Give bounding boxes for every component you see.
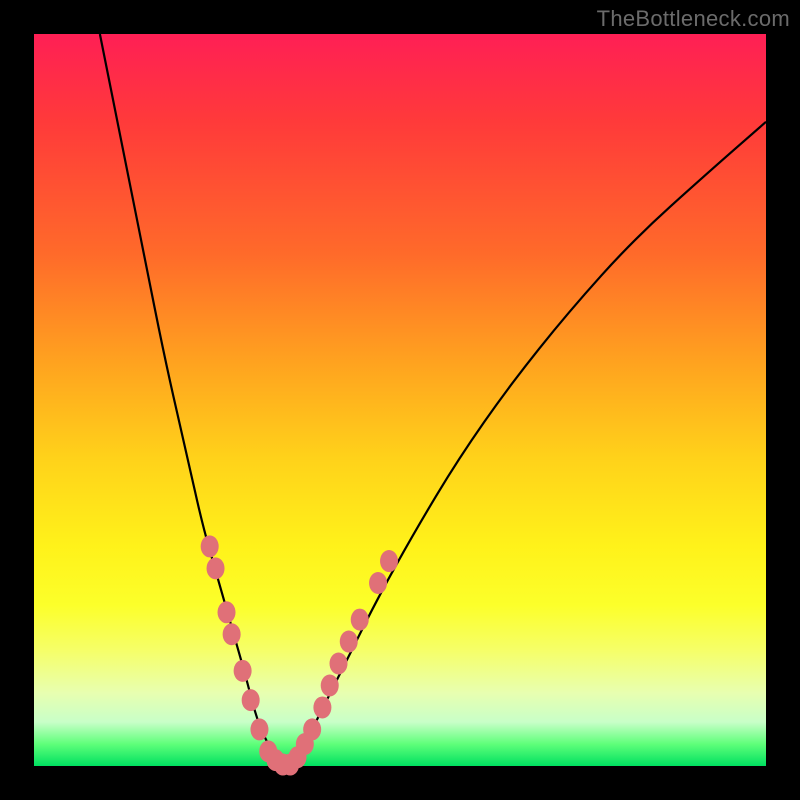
curve-marker [218, 601, 236, 623]
chart-frame: TheBottleneck.com [0, 0, 800, 800]
curve-marker [351, 609, 369, 631]
curve-marker [223, 623, 241, 645]
curve-marker [321, 674, 339, 696]
curve-marker [242, 689, 260, 711]
curve-marker [330, 653, 348, 675]
curve-marker [380, 550, 398, 572]
curve-marker [250, 718, 268, 740]
right-curve [283, 122, 766, 766]
watermark-text: TheBottleneck.com [597, 6, 790, 32]
curve-marker [303, 718, 321, 740]
chart-svg [34, 34, 766, 766]
curve-marker [207, 557, 225, 579]
marker-group [201, 535, 398, 775]
curve-marker [201, 535, 219, 557]
curve-marker [340, 631, 358, 653]
curve-marker [234, 660, 252, 682]
plot-area [34, 34, 766, 766]
left-curve [100, 34, 283, 766]
curve-marker [313, 696, 331, 718]
curve-marker [369, 572, 387, 594]
